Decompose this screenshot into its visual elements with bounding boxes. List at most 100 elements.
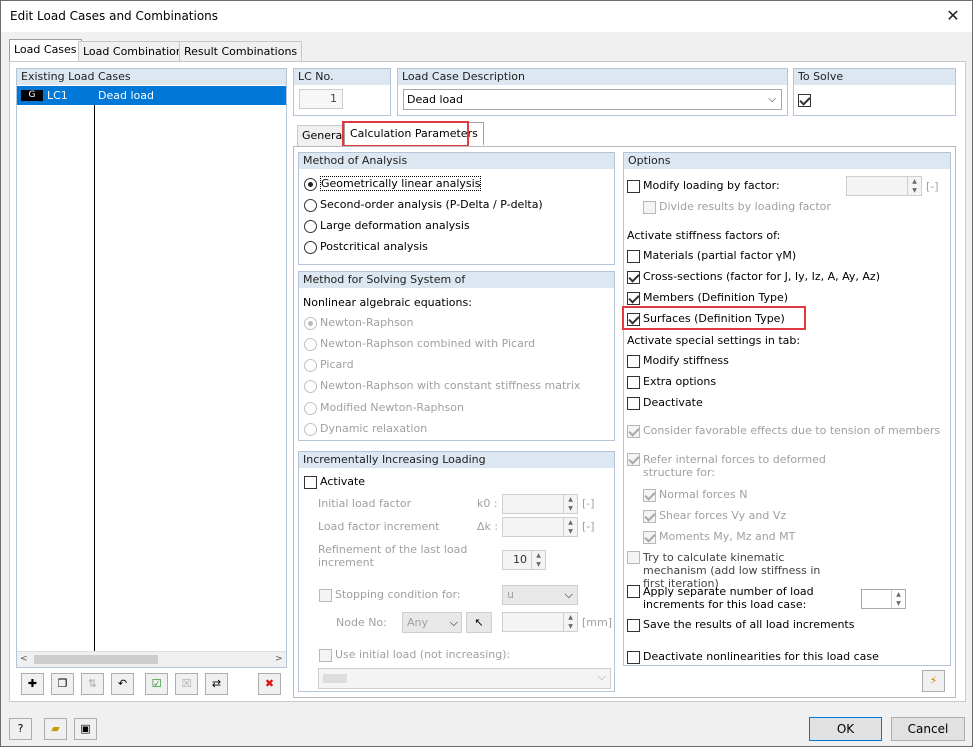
to-solve-panel: To Solve (793, 68, 956, 116)
activate-stiffness-label: Activate stiffness factors of: (627, 229, 781, 242)
extra-options-checkbox[interactable]: Extra options (627, 375, 716, 389)
refinement-field[interactable]: 10 ▲ ▼ (502, 550, 546, 570)
save-results-checkbox[interactable]: Save the results of all load increments (627, 618, 854, 632)
title-bar: Edit Load Cases and Combinations ✕ (1, 1, 972, 32)
apply-separate-label: Apply separate number of load increments… (643, 585, 814, 611)
radio-newton-raphson[interactable]: Newton-Raphson (304, 316, 414, 330)
apply-separate-checkbox[interactable] (627, 585, 640, 599)
method-solving-group: Method for Solving System of Nonlinear a… (298, 271, 615, 441)
options-group: Options Modify loading by factor: ▲ ▼ [-]… (623, 152, 951, 666)
highlight-calc-params-tab (342, 121, 469, 147)
ok-button[interactable]: OK (809, 717, 882, 741)
use-initial-load-checkbox[interactable]: Use initial load (not increasing): (319, 648, 510, 662)
cross-sections-checkbox[interactable]: Cross-sections (factor for J, Iy, Iz, A,… (627, 270, 880, 284)
details-icon[interactable]: ⚡ (922, 670, 945, 692)
incremental-loading-group: Incrementally Increasing Loading Activat… (298, 451, 615, 692)
loading-factor-unit: [-] (926, 180, 939, 193)
initial-load-select[interactable]: ⌵ (318, 668, 611, 689)
copy-load-case-icon[interactable]: ❐ (51, 673, 74, 695)
tab-load-combinations[interactable]: Load Combinations (78, 41, 194, 62)
moments-checkbox[interactable]: Moments My, Mz and MT (643, 530, 795, 544)
initial-load-factor-field[interactable]: ▲ ▼ (502, 494, 578, 514)
load-factor-increment-label: Load factor increment (318, 520, 440, 533)
deactivate-checkbox[interactable]: Deactivate (627, 396, 703, 410)
chevron-down-icon[interactable]: ⌵ (768, 90, 776, 109)
stopping-condition-select[interactable]: u ⌵ (502, 585, 578, 605)
members-checkbox[interactable]: Members (Definition Type) (627, 291, 788, 305)
save-icon[interactable]: ▣ (74, 718, 97, 740)
pick-node-icon[interactable]: ↖ (466, 612, 492, 633)
method-of-analysis-group: Method of Analysis Geometrically linear … (298, 152, 615, 265)
radio-geometrically-linear[interactable]: Geometrically linear analysis (304, 176, 482, 191)
horizontal-scrollbar[interactable]: < > (17, 651, 286, 667)
divide-results-checkbox[interactable]: Divide results by loading factor (643, 200, 831, 214)
incremental-header: Incrementally Increasing Loading (299, 452, 614, 468)
radio-modified-newton-raphson[interactable]: Modified Newton-Raphson (304, 401, 464, 415)
delete-icon[interactable]: ✖ (258, 673, 281, 695)
delta-k-symbol: Δk : (477, 520, 499, 533)
new-load-case-icon[interactable]: ✚ (21, 673, 44, 695)
tab-load-cases[interactable]: Load Cases (9, 39, 82, 62)
help-icon[interactable]: ? (9, 718, 32, 740)
chevron-down-icon: ⌵ (564, 588, 573, 601)
normal-forces-checkbox[interactable]: Normal forces N (643, 488, 747, 502)
initial-load-factor-label: Initial load factor (318, 497, 412, 510)
renumber-icon[interactable]: ⇅ (81, 673, 104, 695)
chevron-down-icon: ⌵ (449, 616, 458, 629)
cancel-button[interactable]: Cancel (891, 717, 965, 741)
mm-unit: [mm] (582, 616, 613, 629)
loading-factor-field[interactable]: ▲ ▼ (846, 176, 922, 196)
lc-description-panel: Load Case Description Dead load ⌵ (397, 68, 788, 116)
load-case-id: LC1 (47, 89, 68, 102)
lc-description-label: Load Case Description (398, 69, 787, 85)
scroll-left-icon[interactable]: < (20, 654, 28, 664)
to-solve-checkbox[interactable] (798, 93, 811, 107)
check-all-icon[interactable]: ☑ (145, 673, 168, 695)
tab-result-combinations[interactable]: Result Combinations (179, 41, 303, 62)
close-icon[interactable]: ✕ (941, 5, 965, 27)
window-title: Edit Load Cases and Combinations (10, 9, 219, 23)
favorable-effects-checkbox[interactable]: Consider favorable effects due to tensio… (627, 424, 940, 438)
materials-checkbox[interactable]: Materials (partial factor γM) (627, 249, 796, 263)
node-no-select[interactable]: Any ⌵ (402, 612, 462, 633)
highlight-surfaces (622, 306, 806, 330)
method-analysis-header: Method of Analysis (299, 153, 614, 169)
dialog-window: Edit Load Cases and Combinations ✕ Load … (0, 0, 973, 747)
list-item[interactable]: G LC1 Dead load (17, 86, 286, 105)
k0-symbol: k0 : (477, 497, 498, 510)
kinematic-checkbox[interactable] (627, 551, 640, 565)
radio-dynamic-relaxation[interactable]: Dynamic relaxation (304, 422, 427, 436)
scroll-right-icon[interactable]: > (275, 654, 283, 664)
sort-icon[interactable]: ⇄ (205, 673, 228, 695)
options-header: Options (624, 153, 950, 169)
modify-stiffness-checkbox[interactable]: Modify stiffness (627, 354, 729, 368)
shear-forces-checkbox[interactable]: Shear forces Vy and Vz (643, 509, 786, 523)
scrollbar-thumb[interactable] (34, 655, 158, 664)
method-solving-header: Method for Solving System of (299, 272, 614, 288)
to-solve-label: To Solve (794, 69, 955, 85)
radio-newton-raphson-constant[interactable]: Newton-Raphson with constant stiffness m… (304, 379, 580, 393)
stopping-condition-checkbox[interactable]: Stopping condition for: (319, 588, 461, 602)
lc-no-field[interactable]: 1 (299, 89, 343, 109)
modify-loading-checkbox[interactable]: Modify loading by factor: (627, 179, 780, 193)
existing-load-cases-panel: Existing Load Cases G LC1 Dead load < > (16, 68, 287, 668)
radio-postcritical[interactable]: Postcritical analysis (304, 240, 428, 254)
open-folder-icon[interactable]: ▰ (44, 718, 67, 740)
uncheck-all-icon[interactable]: ☒ (175, 673, 198, 695)
load-factor-increment-field[interactable]: ▲ ▼ (502, 517, 578, 537)
refer-internal-forces-checkbox[interactable] (627, 453, 640, 467)
lc-no-panel: LC No. 1 (293, 68, 391, 116)
deactivate-nonlinearities-checkbox[interactable]: Deactivate nonlinearities for this load … (627, 650, 879, 664)
load-type-icon[interactable]: ↶ (111, 673, 134, 695)
radio-second-order[interactable]: Second-order analysis (P-Delta / P-delta… (304, 198, 543, 212)
load-increments-field[interactable]: ▲ ▼ (861, 589, 906, 609)
refer-internal-forces-label: Refer internal forces to deformed struct… (643, 453, 826, 479)
radio-large-deformation[interactable]: Large deformation analysis (304, 219, 470, 233)
radio-picard[interactable]: Picard (304, 358, 354, 372)
increment-unit: [-] (582, 520, 595, 533)
activate-incremental-checkbox[interactable]: Activate (304, 475, 365, 489)
node-value-field[interactable]: ▲ ▼ (502, 612, 578, 632)
lc-no-label: LC No. (294, 69, 390, 85)
lc-description-field[interactable]: Dead load ⌵ (403, 89, 782, 110)
radio-newton-raphson-picard[interactable]: Newton-Raphson combined with Picard (304, 337, 535, 351)
